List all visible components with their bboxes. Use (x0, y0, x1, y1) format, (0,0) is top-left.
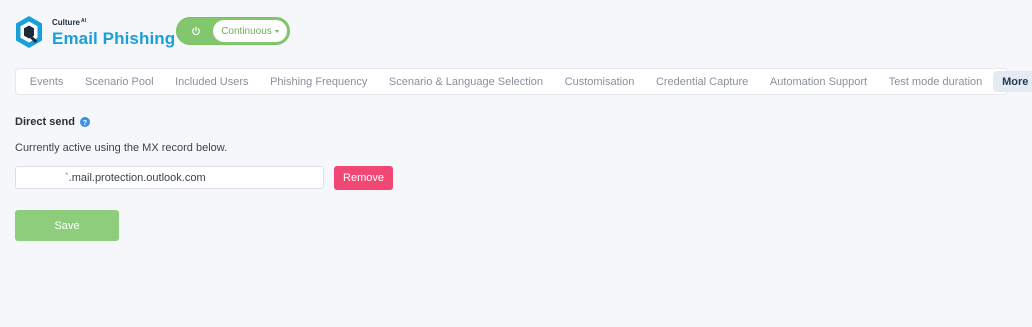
tab-automation-support[interactable]: Automation Support (759, 71, 878, 92)
save-button[interactable]: Save (15, 210, 119, 241)
tab-phishing-frequency[interactable]: Phishing Frequency (259, 71, 378, 92)
mode-dropdown-label: Continuous (221, 25, 272, 37)
tab-more[interactable]: More (993, 71, 1032, 92)
tab-credential-capture[interactable]: Credential Capture (645, 71, 759, 92)
app-header: Culture AI Email Phishing (15, 14, 175, 50)
mx-record-input[interactable] (15, 166, 324, 189)
question-circle-icon[interactable]: ? (79, 117, 90, 127)
mode-dropdown[interactable]: Continuous (213, 20, 287, 42)
power-icon (192, 26, 200, 35)
mode-toggle[interactable]: Continuous (176, 17, 290, 45)
direct-send-heading: Direct send ? (15, 116, 90, 128)
tab-test-mode-duration[interactable]: Test mode duration (878, 71, 993, 92)
culture-ai-logo-icon (16, 16, 42, 48)
tab-customisation[interactable]: Customisation (554, 71, 645, 92)
brand-company: Culture AI (52, 19, 175, 27)
tab-events[interactable]: Events (19, 71, 74, 92)
brand-superscript: AI (81, 18, 86, 24)
tab-included-users[interactable]: Included Users (164, 71, 259, 92)
chevron-down-icon (274, 30, 279, 33)
app-title: Email Phishing (52, 29, 176, 48)
tab-scenario-language-selection[interactable]: Scenario & Language Selection (378, 71, 554, 92)
tab-scenario-pool[interactable]: Scenario Pool (74, 71, 164, 92)
settings-tabs: Events Scenario Pool Included Users Phis… (15, 68, 1032, 95)
brand: Culture AI Email Phishing (52, 17, 176, 48)
power-toggle-button[interactable] (179, 19, 213, 43)
direct-send-title: Direct send (15, 116, 75, 128)
remove-button[interactable]: Remove (334, 166, 393, 190)
brand-company-name: Culture (52, 18, 80, 27)
direct-send-status: Currently active using the MX record bel… (15, 142, 228, 154)
